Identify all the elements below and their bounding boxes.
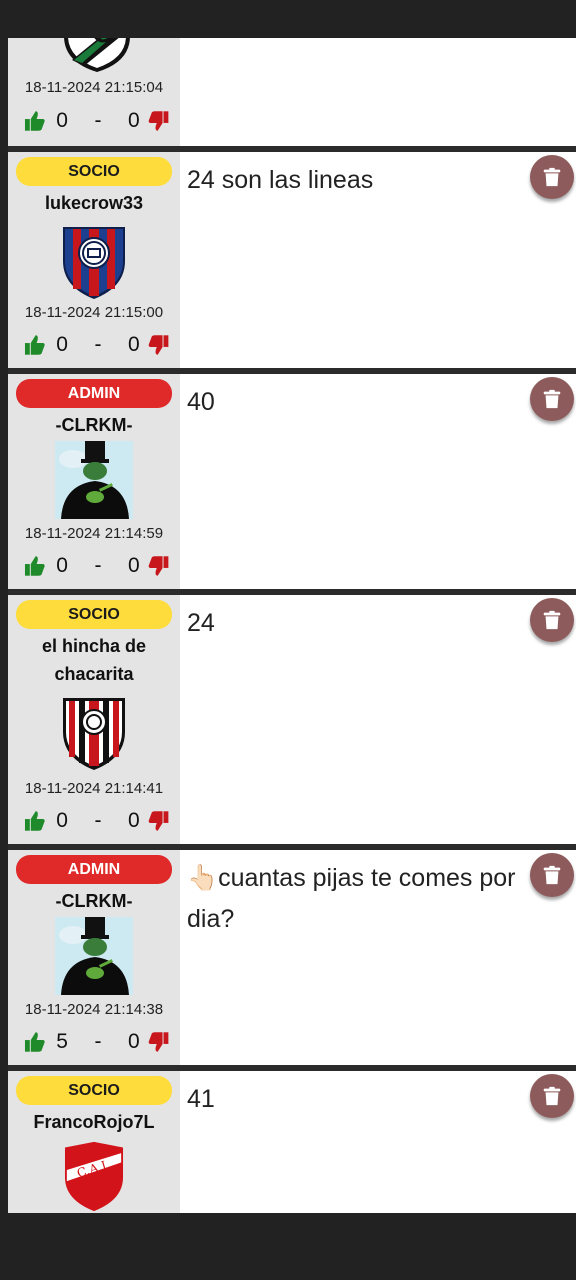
username[interactable]: -CLRKM- — [14, 411, 174, 439]
vote-bar: 5 - 0 — [24, 1028, 169, 1056]
vote-bar: 0 - 0 — [24, 107, 169, 135]
comment-post: 18-11-2024 21:15:04 0 - 0 — [8, 38, 576, 146]
comment-post: SOCIO lukecrow33 18-11-2024 21:15:00 0 -… — [8, 152, 576, 368]
independiente-badge: C.A.I. — [64, 1141, 124, 1212]
comment-date: 18-11-2024 21:15:00 — [24, 304, 164, 321]
username[interactable]: el hincha de chacarita — [14, 632, 174, 688]
comment-body: 24 — [180, 595, 576, 844]
delete-button[interactable] — [530, 853, 574, 897]
thumbs-up-icon[interactable] — [24, 1031, 45, 1053]
vote-separator: - — [94, 109, 102, 132]
comment-post: ADMIN -CLRKM- 18-11-2024 21:14:38 5 - 0 — [8, 850, 576, 1065]
comment-text: 41 — [187, 1085, 215, 1113]
comment-author-panel: SOCIO lukecrow33 18-11-2024 21:15:00 0 -… — [8, 152, 180, 368]
top-bar — [0, 0, 576, 38]
vote-separator: - — [94, 1030, 102, 1053]
comment-author-panel: ADMIN -CLRKM- 18-11-2024 21:14:38 5 - 0 — [8, 850, 180, 1065]
top-hat-frog-avatar — [55, 441, 133, 519]
comment-body: 40 — [180, 374, 576, 589]
username[interactable]: lukecrow33 — [14, 189, 174, 217]
comment-author-panel: 18-11-2024 21:15:04 0 - 0 — [8, 38, 180, 146]
thumbs-up-icon[interactable] — [24, 555, 45, 577]
delete-button[interactable] — [530, 377, 574, 421]
comment-author-panel: SOCIO el hincha de chacarita 18-11-2024 … — [8, 595, 180, 844]
role-badge: SOCIO — [16, 600, 172, 629]
comment-text: 👆🏻cuantas pijas te comes por dia? — [187, 864, 516, 933]
thumbs-down-icon[interactable] — [148, 810, 169, 832]
trash-icon — [543, 389, 561, 409]
trash-icon — [543, 1086, 561, 1106]
comment-date: 18-11-2024 21:14:38 — [24, 1001, 164, 1018]
comment-post: SOCIO el hincha de chacarita 18-11-2024 … — [8, 595, 576, 844]
vote-bar: 0 - 0 — [24, 331, 169, 359]
dislike-count: 0 — [128, 1030, 140, 1053]
comment-post: ADMIN -CLRKM- 18-11-2024 21:14:59 0 - 0 — [8, 374, 576, 589]
chacarita-badge — [63, 698, 125, 770]
thumbs-down-icon[interactable] — [148, 1031, 169, 1053]
comment-body: 24 son las lineas — [180, 152, 576, 368]
comment-feed[interactable]: 18-11-2024 21:15:04 0 - 0 SOCIO lukecrow… — [8, 38, 576, 1213]
comment-author-panel: SOCIO FrancoRojo7L C.A.I. — [8, 1071, 180, 1213]
comment-post: SOCIO FrancoRojo7L C.A.I. 41 — [8, 1071, 576, 1213]
vote-separator: - — [94, 333, 102, 356]
like-count: 5 — [56, 1030, 68, 1053]
trash-icon — [543, 865, 561, 885]
thumbs-up-icon[interactable] — [24, 110, 45, 132]
top-hat-frog-avatar — [55, 917, 133, 995]
vote-bar: 0 - 0 — [24, 807, 169, 835]
thumbs-up-icon[interactable] — [24, 810, 45, 832]
thumbs-down-icon[interactable] — [148, 555, 169, 577]
comment-text: 40 — [187, 388, 215, 416]
vote-separator: - — [94, 554, 102, 577]
username[interactable]: FrancoRojo7L — [14, 1108, 174, 1136]
vote-bar: 0 - 0 — [24, 552, 169, 580]
comment-author-panel: ADMIN -CLRKM- 18-11-2024 21:14:59 0 - 0 — [8, 374, 180, 589]
comment-body: 👆🏻cuantas pijas te comes por dia? — [180, 850, 576, 1065]
thumbs-down-icon[interactable] — [148, 334, 169, 356]
san-lorenzo-badge — [63, 227, 125, 299]
comment-body — [180, 38, 576, 146]
role-badge: SOCIO — [16, 1076, 172, 1105]
trash-icon — [543, 610, 561, 630]
vote-separator: - — [94, 809, 102, 832]
comment-date: 18-11-2024 21:14:41 — [24, 780, 164, 797]
thumbs-up-icon[interactable] — [24, 334, 45, 356]
role-badge: ADMIN — [16, 855, 172, 884]
comment-text: 24 — [187, 609, 215, 637]
role-badge: ADMIN — [16, 379, 172, 408]
delete-button[interactable] — [530, 598, 574, 642]
role-badge: SOCIO — [16, 157, 172, 186]
thumbs-down-icon[interactable] — [148, 110, 169, 132]
bottom-bar — [0, 1213, 576, 1280]
like-count: 0 — [56, 333, 68, 356]
dislike-count: 0 — [128, 809, 140, 832]
comment-body: 41 — [180, 1071, 576, 1213]
comment-date: 18-11-2024 21:15:04 — [24, 79, 164, 96]
dislike-count: 0 — [128, 333, 140, 356]
dislike-count: 0 — [128, 554, 140, 577]
delete-button[interactable] — [530, 155, 574, 199]
like-count: 0 — [56, 809, 68, 832]
like-count: 0 — [56, 554, 68, 577]
comment-date: 18-11-2024 21:14:59 — [24, 525, 164, 542]
dislike-count: 0 — [128, 109, 140, 132]
club-badge-avatar — [64, 38, 130, 72]
username[interactable]: -CLRKM- — [14, 887, 174, 915]
like-count: 0 — [56, 109, 68, 132]
trash-icon — [543, 167, 561, 187]
delete-button[interactable] — [530, 1074, 574, 1118]
comment-text: 24 son las lineas — [187, 166, 374, 194]
